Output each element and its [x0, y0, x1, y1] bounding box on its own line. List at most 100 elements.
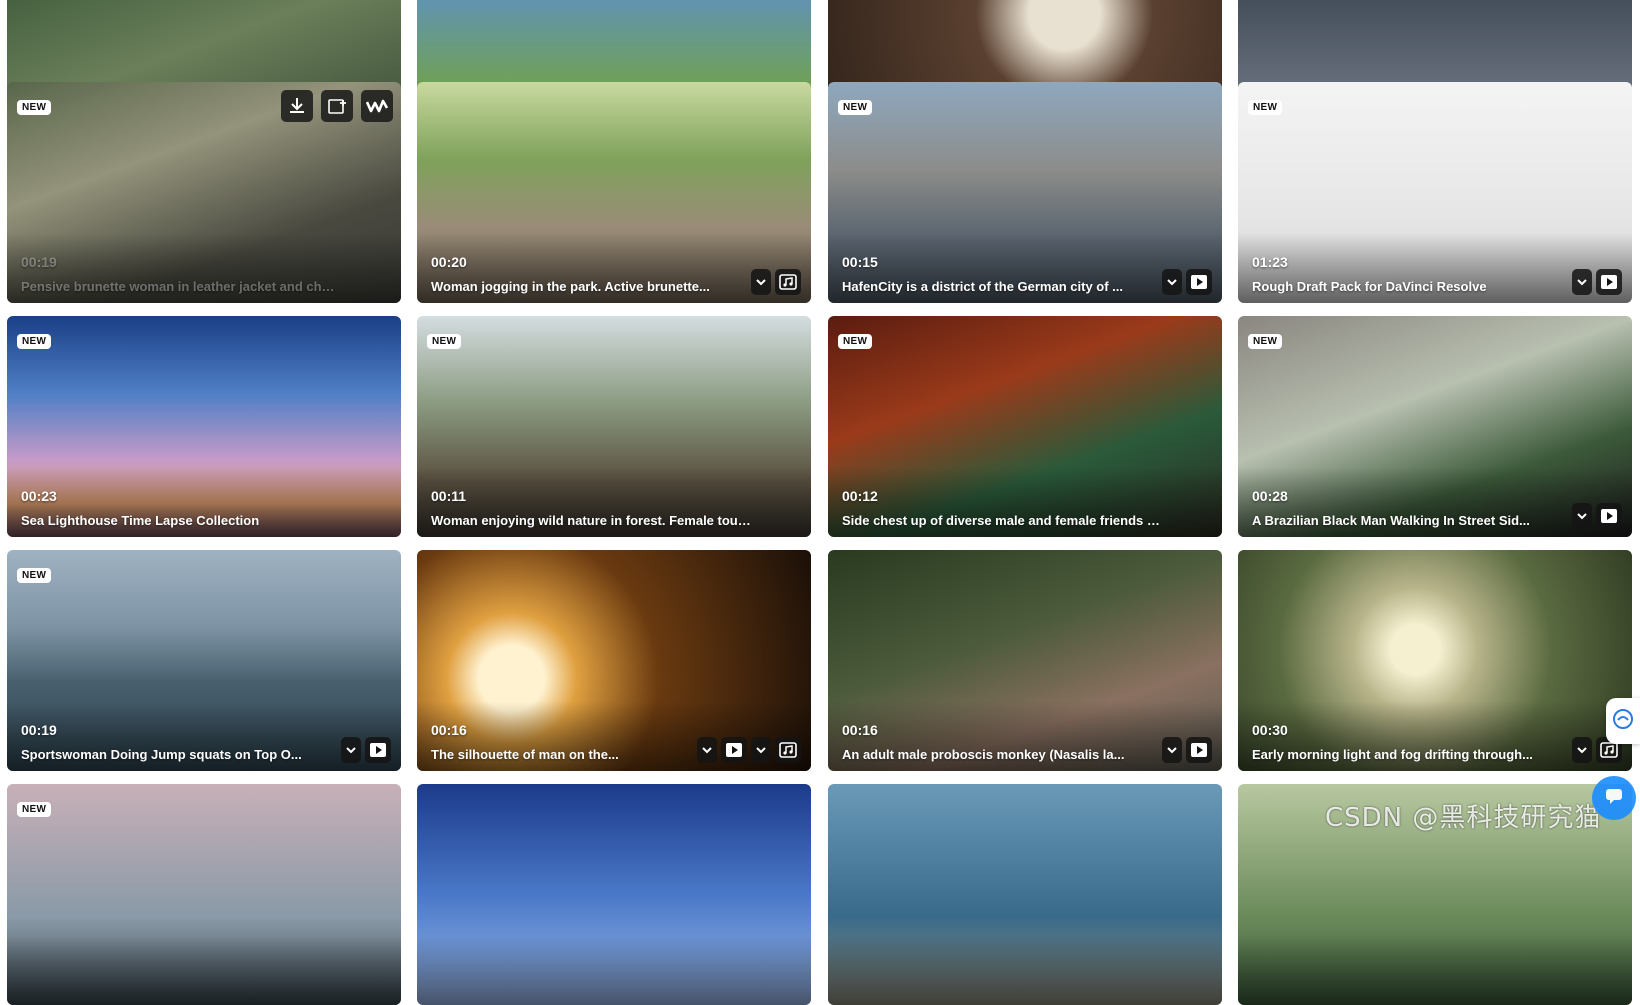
chevron-down-icon: [345, 744, 357, 756]
chevron-down-icon: [1576, 510, 1588, 522]
video-duration: 00:12: [842, 488, 878, 504]
add-to-collection-button[interactable]: [321, 90, 353, 122]
video-title[interactable]: Rough Draft Pack for DaVinci Resolve: [1252, 279, 1557, 294]
play-icon: [725, 742, 743, 758]
video-card[interactable]: NEW 00:23 Sea Lighthouse Time Lapse Collec…: [7, 316, 401, 537]
video-title[interactable]: Early morning light and fog drifting thr…: [1252, 747, 1557, 762]
video-duration: 00:19: [21, 722, 57, 738]
video-title[interactable]: Pensive brunette woman in leather jacket…: [21, 279, 341, 294]
chevron-down-button[interactable]: [1162, 737, 1182, 763]
chevron-down-icon: [755, 744, 767, 756]
download-button[interactable]: [281, 90, 313, 122]
video-card[interactable]: NEW 00:19 Pensive brunette woman in leathe…: [7, 82, 401, 303]
music-button[interactable]: [775, 737, 801, 763]
video-title[interactable]: An adult male proboscis monkey (Nasalis …: [842, 747, 1147, 762]
play-icon: [1190, 274, 1208, 290]
play-button[interactable]: [1596, 269, 1622, 295]
play-button[interactable]: [1186, 737, 1212, 763]
video-card[interactable]: NEW 00:11 Woman enjoying wild nature in fo…: [417, 316, 811, 537]
hover-actions: [281, 90, 393, 122]
play-icon: [1190, 742, 1208, 758]
chevron-down-button[interactable]: [1572, 269, 1592, 295]
play-button[interactable]: [365, 737, 391, 763]
video-duration: 00:19: [21, 254, 57, 270]
chevron-down-icon: [1576, 744, 1588, 756]
video-duration: 00:16: [431, 722, 467, 738]
new-badge: NEW: [17, 100, 52, 115]
new-badge: NEW: [17, 568, 52, 583]
play-button[interactable]: [721, 737, 747, 763]
chat-icon: [1603, 785, 1625, 812]
video-title[interactable]: Sea Lighthouse Time Lapse Collection: [21, 513, 341, 528]
card-actions: [1572, 503, 1622, 529]
caption-gradient: [828, 935, 1222, 1005]
chevron-down-icon: [701, 744, 713, 756]
wevideo-icon: [366, 98, 388, 114]
chevron-down-button[interactable]: [697, 737, 717, 763]
download-icon: [287, 96, 307, 116]
video-grid: 00:30Hurricane Ridge a mountainous area …: [0, 0, 1640, 1005]
video-title[interactable]: Sportswoman Doing Jump squats on Top O..…: [21, 747, 326, 762]
video-duration: 00:15: [842, 254, 878, 270]
video-duration: 00:16: [842, 722, 878, 738]
music-button[interactable]: [775, 269, 801, 295]
video-title[interactable]: A Brazilian Black Man Walking In Street …: [1252, 513, 1557, 528]
play-button[interactable]: [1186, 269, 1212, 295]
caption-gradient: [417, 935, 811, 1005]
music-icon: [779, 274, 797, 290]
new-badge: NEW: [838, 100, 873, 115]
music-icon: [1600, 742, 1618, 758]
video-card[interactable]: NEW: [7, 784, 401, 1005]
chevron-down-icon: [1576, 276, 1588, 288]
video-card[interactable]: NEW 00:28 A Brazilian Black Man Walking In…: [1238, 316, 1632, 537]
video-title[interactable]: Woman enjoying wild nature in forest. Fe…: [431, 513, 751, 528]
video-card[interactable]: 00:16 An adult male proboscis monkey (Nas…: [828, 550, 1222, 771]
chevron-down-button[interactable]: [751, 737, 771, 763]
play-icon: [369, 742, 387, 758]
watermark: CSDN @黑科技研究猫: [1325, 803, 1602, 833]
chevron-down-button[interactable]: [341, 737, 361, 763]
play-button[interactable]: [1596, 503, 1622, 529]
chevron-down-icon: [1166, 276, 1178, 288]
video-duration: 00:30: [1252, 722, 1288, 738]
chevron-down-icon: [1166, 744, 1178, 756]
add-to-collection-icon: [327, 96, 347, 116]
video-title[interactable]: HafenCity is a district of the German ci…: [842, 279, 1147, 294]
chevron-down-button[interactable]: [751, 269, 771, 295]
play-icon: [1600, 508, 1618, 524]
music-icon: [779, 742, 797, 758]
chevron-down-button[interactable]: [1572, 737, 1592, 763]
video-duration: 00:20: [431, 254, 467, 270]
video-card[interactable]: 00:30 Early morning light and fog driftin…: [1238, 550, 1632, 771]
video-card[interactable]: [828, 784, 1222, 1005]
video-title[interactable]: The silhouette of man on the...: [431, 747, 701, 762]
new-badge: NEW: [1248, 100, 1283, 115]
video-duration: 01:23: [1252, 254, 1288, 270]
wevideo-button[interactable]: [361, 90, 393, 122]
new-badge: NEW: [838, 334, 873, 349]
video-card[interactable]: [417, 784, 811, 1005]
video-title[interactable]: Side chest up of diverse male and female…: [842, 513, 1162, 528]
video-card[interactable]: 00:16 The silhouette of man on the...: [417, 550, 811, 771]
card-actions: [1572, 269, 1622, 295]
video-duration: 00:11: [431, 488, 467, 504]
video-card[interactable]: NEW 00:15 HafenCity is a district of the G…: [828, 82, 1222, 303]
video-card[interactable]: 00:20 Woman jogging in the park. Active b…: [417, 82, 811, 303]
card-actions: [1162, 737, 1212, 763]
chat-button[interactable]: [1592, 776, 1636, 820]
video-title[interactable]: Woman jogging in the park. Active brunet…: [431, 279, 736, 294]
chevron-down-button[interactable]: [1162, 269, 1182, 295]
video-card[interactable]: NEW 01:23 Rough Draft Pack for DaVinci Res…: [1238, 82, 1632, 303]
video-duration: 00:23: [21, 488, 57, 504]
card-actions: [341, 737, 391, 763]
new-badge: NEW: [1248, 334, 1283, 349]
video-card[interactable]: NEW 00:19 Sportswoman Doing Jump squats on…: [7, 550, 401, 771]
chevron-down-button[interactable]: [1572, 503, 1592, 529]
caption-gradient: [1238, 935, 1632, 1005]
video-duration: 00:28: [1252, 488, 1288, 504]
card-actions: [751, 269, 801, 295]
side-widget[interactable]: [1606, 698, 1640, 744]
play-icon: [1600, 274, 1618, 290]
card-actions: [1162, 269, 1212, 295]
video-card[interactable]: NEW 00:12 Side chest up of diverse male an…: [828, 316, 1222, 537]
